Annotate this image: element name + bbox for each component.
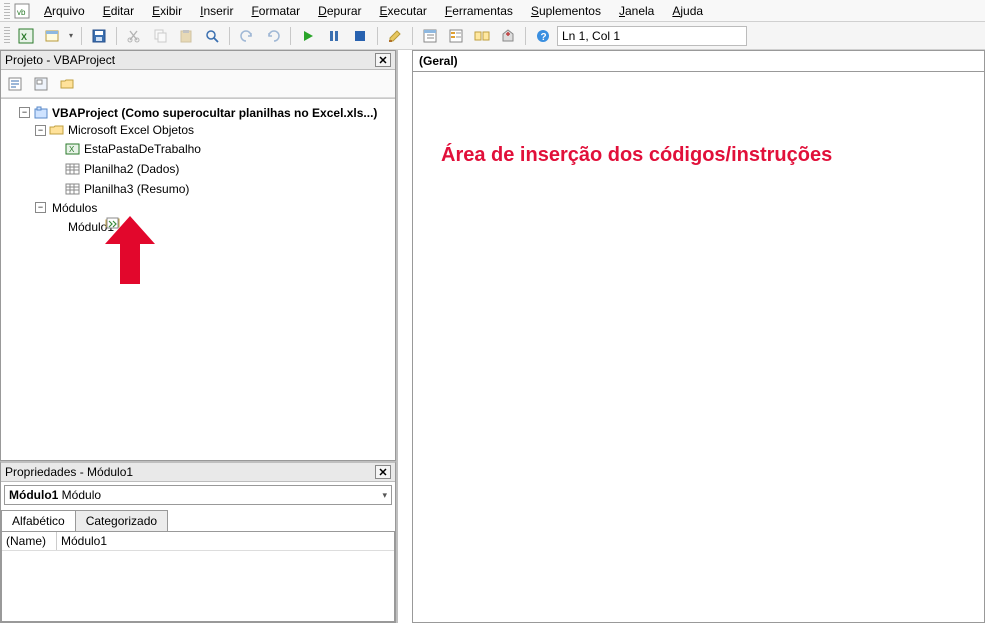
worksheet-icon <box>65 182 81 196</box>
svg-text:X: X <box>21 32 27 42</box>
tree-toggler[interactable]: − <box>19 107 30 118</box>
menu-exibir[interactable]: Exibir <box>144 2 190 20</box>
properties-object-selector[interactable]: Módulo1 Módulo ▾ <box>4 485 392 505</box>
toolbox-button[interactable] <box>496 25 520 47</box>
menu-executar[interactable]: Executar <box>372 2 435 20</box>
folder-icon <box>49 123 65 137</box>
property-key: (Name) <box>2 532 57 550</box>
code-annotation-text: Área de inserção dos códigos/instruções <box>441 144 832 167</box>
menubar-grip[interactable] <box>4 3 10 19</box>
save-button[interactable] <box>87 25 111 47</box>
svg-text:X: X <box>69 145 75 154</box>
view-object-button[interactable] <box>29 73 53 95</box>
object-browser-button[interactable] <box>470 25 494 47</box>
tree-toggler[interactable]: − <box>35 125 46 136</box>
view-excel-button[interactable]: X <box>14 25 38 47</box>
properties-panel: Propriedades - Módulo1 ✕ Módulo1 Módulo … <box>0 461 396 623</box>
redo-button[interactable] <box>261 25 285 47</box>
project-explorer-button[interactable] <box>418 25 442 47</box>
tab-alphabetic[interactable]: Alfabético <box>1 510 76 531</box>
cursor-position-text: Ln 1, Col 1 <box>562 29 620 43</box>
find-button[interactable] <box>200 25 224 47</box>
undo-button[interactable] <box>235 25 259 47</box>
break-button[interactable] <box>322 25 346 47</box>
svg-text:?: ? <box>541 32 547 43</box>
workbook-icon: X <box>65 142 81 156</box>
project-root-icon <box>33 105 49 121</box>
dropdown-arrow-icon: ▾ <box>382 490 387 501</box>
paste-button[interactable] <box>174 25 198 47</box>
code-editor[interactable]: Área de inserção dos códigos/instruções <box>412 72 985 623</box>
project-panel-close-button[interactable]: ✕ <box>375 53 391 67</box>
project-mini-toolbar <box>1 70 395 98</box>
properties-grid[interactable]: (Name) Módulo1 <box>1 532 395 622</box>
menu-depurar[interactable]: Depurar <box>310 2 369 20</box>
help-button[interactable]: ? <box>531 25 555 47</box>
code-pane: (Geral) Área de inserção dos códigos/ins… <box>412 50 985 623</box>
tab-categorized[interactable]: Categorizado <box>75 510 168 531</box>
code-scope-selector[interactable]: (Geral) <box>413 52 984 70</box>
menu-editar[interactable]: Editar <box>95 2 142 20</box>
project-explorer-panel: Projeto - VBAProject ✕ − VBAProject (Com… <box>0 50 396 461</box>
project-root-label[interactable]: VBAProject (Como superocultar planilhas … <box>52 106 377 120</box>
project-panel-title: Projeto - VBAProject <box>5 53 115 67</box>
menu-suplementos[interactable]: Suplementos <box>523 2 609 20</box>
menu-janela[interactable]: Janela <box>611 2 662 20</box>
menu-arquivo[interactable]: Arquivo <box>36 2 93 20</box>
menu-ajuda[interactable]: Ajuda <box>664 2 711 20</box>
insert-object-button[interactable] <box>40 25 64 47</box>
menu-bar: vb Arquivo Editar Exibir Inserir Formata… <box>0 0 985 22</box>
menu-formatar[interactable]: Formatar <box>243 2 308 20</box>
toolbar-grip[interactable] <box>4 27 10 45</box>
properties-window-button[interactable] <box>444 25 468 47</box>
design-mode-button[interactable] <box>383 25 407 47</box>
insert-object-dropdown[interactable]: ▾ <box>66 31 76 40</box>
main-toolbar: X ▾ ? Ln 1, Col 1 <box>0 22 985 50</box>
vba-logo-icon: vb <box>14 3 30 19</box>
tree-item-sheet3[interactable]: Planilha3 (Resumo) <box>84 182 189 196</box>
property-row[interactable]: (Name) Módulo1 <box>2 532 394 551</box>
cut-button[interactable] <box>122 25 146 47</box>
run-button[interactable] <box>296 25 320 47</box>
tree-item-workbook[interactable]: EstaPastaDeTrabalho <box>84 142 201 156</box>
excel-objects-folder[interactable]: Microsoft Excel Objetos <box>68 123 194 137</box>
tree-item-sheet2[interactable]: Planilha2 (Dados) <box>84 162 179 176</box>
menu-ferramentas[interactable]: Ferramentas <box>437 2 521 20</box>
toggle-folders-button[interactable] <box>55 73 79 95</box>
cursor-position-field: Ln 1, Col 1 <box>557 26 747 46</box>
modules-folder[interactable]: Módulos <box>52 201 97 215</box>
svg-text:vb: vb <box>17 8 26 17</box>
copy-button[interactable] <box>148 25 172 47</box>
view-code-button[interactable] <box>3 73 27 95</box>
properties-panel-close-button[interactable]: ✕ <box>375 465 391 479</box>
property-value[interactable]: Módulo1 <box>57 532 394 550</box>
worksheet-icon <box>65 162 81 176</box>
project-tree[interactable]: − VBAProject (Como superocultar planilha… <box>1 98 395 460</box>
properties-panel-title: Propriedades - Módulo1 <box>5 465 133 479</box>
menu-inserir[interactable]: Inserir <box>192 2 241 20</box>
reset-button[interactable] <box>348 25 372 47</box>
tree-toggler[interactable]: − <box>35 202 46 213</box>
red-arrow-annotation <box>105 216 155 286</box>
